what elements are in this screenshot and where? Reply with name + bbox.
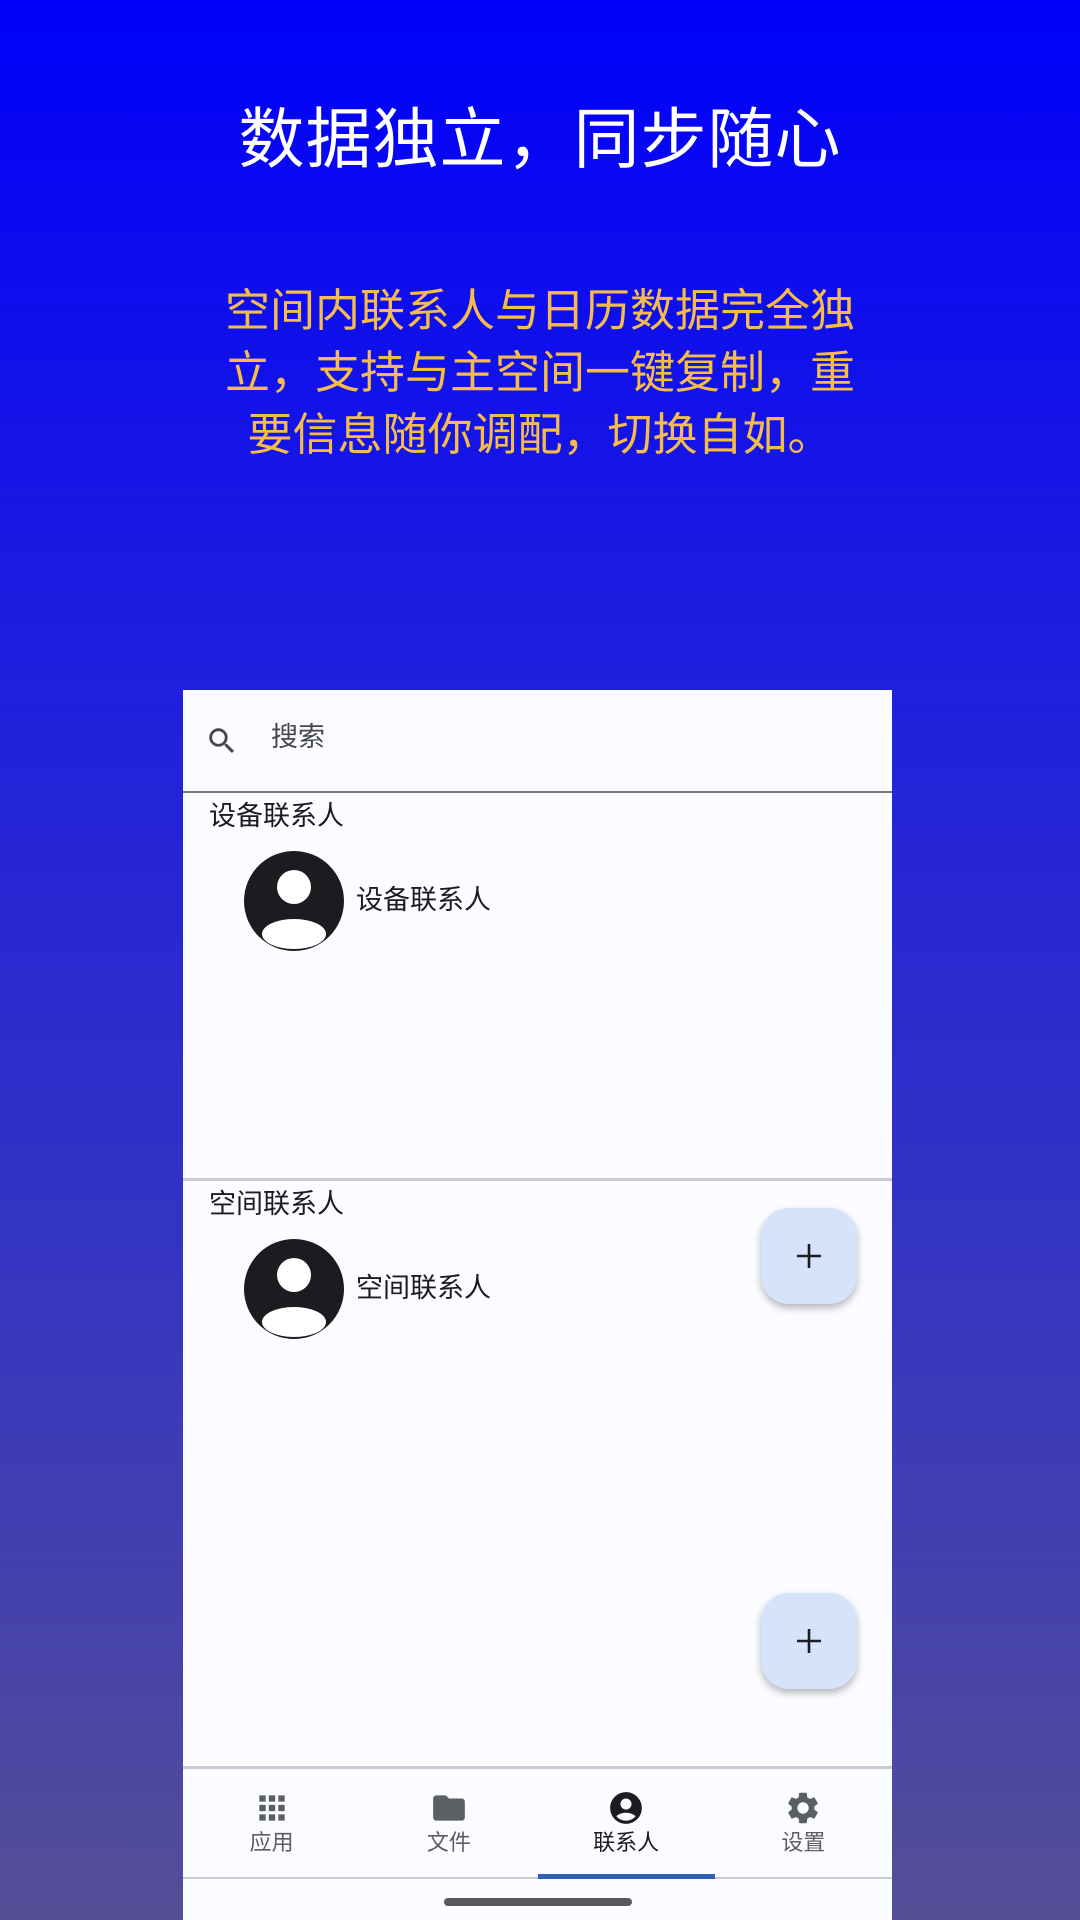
contact-name: 空间联系人 (356, 1273, 491, 1304)
promo-headline: 数据独立，同步随心 (238, 101, 842, 178)
nav-item-apps[interactable]: 应用 (183, 1769, 360, 1877)
plus-icon (797, 1629, 821, 1653)
apps-grid-icon (258, 1795, 285, 1821)
nav-item-settings[interactable]: 设置 (715, 1769, 892, 1877)
nav-label: 应用 (249, 1831, 294, 1856)
nav-item-contacts[interactable]: 联系人 (537, 1769, 715, 1879)
folder-icon (433, 1795, 465, 1821)
person-avatar-icon (244, 851, 344, 951)
search-icon (209, 728, 235, 754)
bottom-navigation: 应用 文件 联系人 设置 (183, 1766, 892, 1879)
active-tab-indicator (537, 1874, 715, 1879)
nav-label: 设置 (781, 1831, 826, 1856)
nav-label: 联系人 (593, 1831, 660, 1856)
nav-item-files[interactable]: 文件 (360, 1769, 537, 1877)
contact-name: 设备联系人 (356, 885, 491, 916)
add-contact-button[interactable] (761, 1593, 857, 1689)
person-avatar-icon (244, 1239, 344, 1339)
promo-description: 空间内联系人与日历数据完全独立，支持与主空间一键复制，重要信息随你调配，切换自如… (224, 284, 855, 461)
search-bar[interactable]: 搜索 (183, 690, 892, 793)
account-circle-icon (610, 1792, 642, 1824)
search-input[interactable]: 搜索 (271, 720, 325, 756)
gesture-home-bar[interactable] (444, 1898, 632, 1906)
device-contacts-section: 设备联系人 设备联系人 (183, 793, 892, 1304)
section-title: 空间联系人 (209, 1189, 344, 1220)
gear-icon (788, 1792, 819, 1824)
app-screenshot: 搜索 设备联系人 设备联系人 空间联系人 空间联系人 应用 文件 联系人 设置 (183, 690, 892, 1920)
section-title: 设备联系人 (209, 801, 344, 832)
nav-label: 文件 (426, 1831, 471, 1856)
